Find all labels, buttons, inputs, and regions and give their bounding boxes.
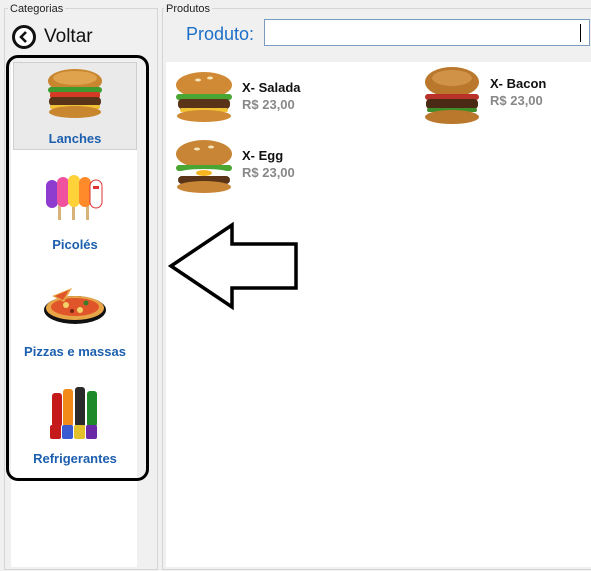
- product-name: X- Bacon: [490, 76, 547, 91]
- category-label: Lanches: [48, 131, 102, 146]
- popsicle-icon: [13, 169, 137, 229]
- category-label: Refrigerantes: [33, 451, 117, 466]
- product-price: R$ 23,00: [490, 93, 543, 108]
- text-cursor: [580, 24, 581, 42]
- back-button-label: Voltar: [44, 26, 93, 47]
- product-item-x-egg[interactable]: X- Egg R$ 23,00: [172, 138, 352, 200]
- burger-icon: [172, 70, 236, 130]
- product-item-x-bacon[interactable]: X- Bacon R$ 23,00: [420, 66, 591, 128]
- category-item-refrigerantes[interactable]: Refrigerantes: [13, 383, 137, 471]
- category-list: Lanches Picolés Pizzas e massas Refriger…: [11, 62, 137, 482]
- left-arrow-annotation-icon: [168, 222, 298, 310]
- products-group-title: Produtos: [164, 3, 213, 15]
- category-item-pizzas[interactable]: Pizzas e massas: [13, 276, 137, 364]
- category-item-lanches[interactable]: Lanches: [13, 62, 137, 150]
- burger-icon: [420, 66, 484, 126]
- category-item-picoles[interactable]: Picolés: [13, 169, 137, 257]
- product-name: X- Salada: [242, 80, 301, 95]
- back-arrow-icon: [12, 25, 36, 49]
- product-item-x-salada[interactable]: X- Salada R$ 23,00: [172, 70, 352, 132]
- product-price: R$ 23,00: [242, 97, 295, 112]
- product-price: R$ 23,00: [242, 165, 295, 180]
- product-name: X- Egg: [242, 148, 284, 163]
- search-label: Produto:: [186, 24, 255, 44]
- category-label: Picolés: [52, 237, 98, 252]
- burger-icon: [14, 63, 136, 123]
- burger-icon: [172, 138, 236, 198]
- back-button[interactable]: Voltar: [12, 22, 112, 52]
- category-label: Pizzas e massas: [24, 344, 126, 359]
- pizza-icon: [13, 276, 137, 336]
- product-search-input[interactable]: [264, 19, 590, 46]
- categories-group-title: Categorias: [8, 3, 66, 15]
- category-list-empty-area: [11, 482, 137, 567]
- soda-icon: [13, 383, 137, 443]
- product-list: X- Salada R$ 23,00 X- Bacon R$ 23,00 X- …: [166, 62, 591, 567]
